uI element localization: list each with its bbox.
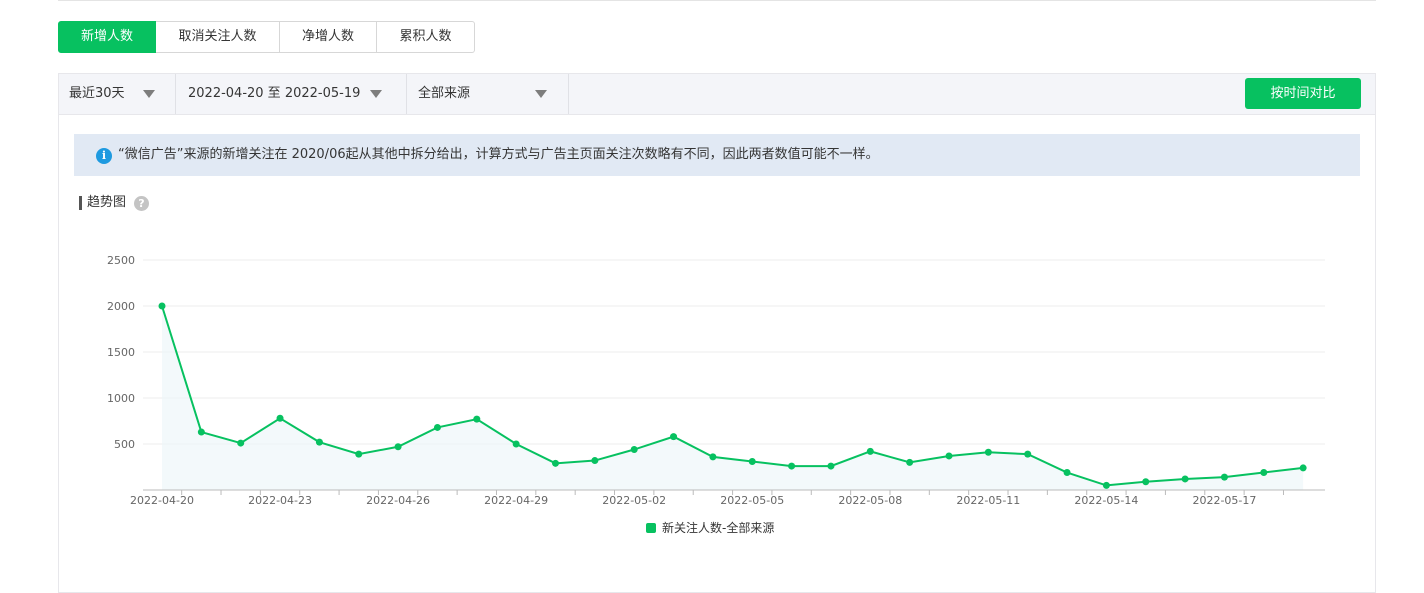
y-tick-label: 1500: [107, 346, 135, 359]
data-point: [197, 428, 205, 436]
x-tick-label: 2022-04-26: [366, 494, 430, 507]
data-point: [237, 439, 245, 447]
data-point: [866, 447, 874, 455]
data-point: [630, 446, 638, 454]
data-point: [788, 462, 796, 470]
data-point: [433, 423, 441, 431]
x-tick-label: 2022-05-08: [838, 494, 902, 507]
legend-swatch: [646, 523, 656, 533]
data-point: [827, 462, 835, 470]
data-point: [315, 438, 323, 446]
data-point: [1260, 469, 1268, 477]
data-point: [709, 453, 717, 461]
x-tick-label: 2022-04-23: [248, 494, 312, 507]
data-point: [1299, 464, 1307, 472]
data-point: [1102, 481, 1110, 489]
y-tick-label: 1000: [107, 392, 135, 405]
data-point: [158, 302, 166, 310]
data-point: [1142, 478, 1150, 486]
data-point: [945, 452, 953, 460]
x-tick-label: 2022-05-14: [1074, 494, 1138, 507]
x-tick-label: 2022-05-11: [956, 494, 1020, 507]
y-tick-label: 2000: [107, 300, 135, 313]
data-point: [394, 443, 402, 451]
data-point: [1181, 475, 1189, 483]
data-point: [473, 415, 481, 423]
data-point: [906, 458, 914, 466]
x-tick-label: 2022-05-02: [602, 494, 666, 507]
data-point: [670, 433, 678, 441]
x-tick-label: 2022-05-17: [1192, 494, 1256, 507]
data-point: [512, 440, 520, 448]
data-point: [1220, 473, 1228, 481]
x-tick-label: 2022-04-29: [484, 494, 548, 507]
x-tick-label: 2022-04-20: [130, 494, 194, 507]
legend-label: 新关注人数-全部来源: [662, 521, 775, 535]
data-point: [1063, 469, 1071, 477]
data-point: [552, 459, 559, 467]
data-point: [276, 414, 284, 422]
trend-chart: 500 1000 1500 2000 2500 2022-04-20 2022-04-23 2…: [107, 254, 1325, 507]
data-point: [748, 457, 756, 465]
data-point: [1024, 450, 1032, 458]
data-point: [355, 450, 363, 458]
y-tick-label: 2500: [107, 254, 135, 267]
data-point: [591, 457, 599, 465]
y-tick-label: 500: [114, 438, 135, 451]
x-tick-label: 2022-05-05: [720, 494, 784, 507]
data-point: [984, 448, 992, 456]
